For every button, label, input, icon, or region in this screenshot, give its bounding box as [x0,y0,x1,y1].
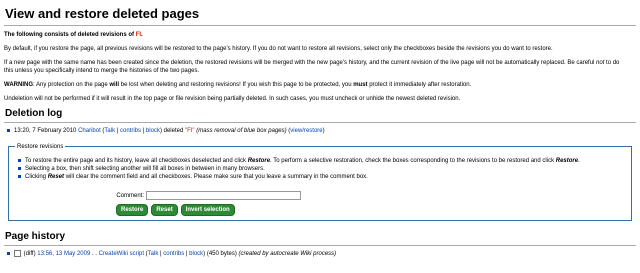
deletion-log-heading: Deletion log [4,107,636,123]
page-history-heading: Page history [4,230,636,246]
separator: . . [90,250,99,257]
revision-timestamp-link[interactable]: 13:56, 13 May 2009 [37,251,90,257]
list-item: (diff) 13:56, 13 May 2009 . . CreateWiki… [7,249,636,258]
intro-paragraph-2: If a new page with the same name has bee… [4,59,636,75]
revision-block-link[interactable]: block [189,251,203,257]
comment-label: Comment: [116,192,144,199]
revision-talk-link[interactable]: Talk [148,251,159,257]
intro-paragraph-1: By default, if you restore the page, all… [4,45,553,52]
intro-suffix: . [141,31,143,38]
page: View and restore deleted pages The follo… [0,0,640,273]
list-item: Clicking Reset will clear the comment fi… [18,173,623,181]
instr-1-end: . [578,157,580,164]
reset-button[interactable]: Reset [151,204,178,217]
intro: The following consists of deleted revisi… [4,31,636,104]
intro-paragraph-4: Undeletion will not be performed if it w… [4,96,461,103]
list-item: 13:20, 7 February 2010 Charibot (Talk | … [7,127,636,135]
intro-heading: The following consists of deleted revisi… [4,31,636,39]
page-title: View and restore deleted pages [4,0,636,26]
restore-instructions: To restore the entire page and its histo… [15,157,623,181]
invert-selection-button[interactable]: Invert selection [180,204,235,217]
instr-3-post: will clear the comment field and all che… [64,173,368,180]
log-timestamp: 13:20, 7 February 2010 [14,127,77,134]
revision-contribs-link[interactable]: contribs [163,251,184,257]
instr-2-text: Selecting a box, then shift selecting an… [25,165,265,172]
deletion-log-list: 13:20, 7 February 2010 Charibot (Talk | … [4,127,636,135]
revision-user-link[interactable]: CreateWiki script [99,251,144,257]
view-restore-link[interactable]: view/restore [290,128,322,134]
warning-will: will [109,81,120,88]
revision-checkbox[interactable] [14,249,21,257]
instr-3-pre: Clicking [25,173,48,180]
comment-input[interactable] [146,191,301,201]
warning-text-3: protect it immediately after restoration… [367,81,472,88]
intro-p2-text: If a new page with the same name has bee… [4,59,597,66]
restore-fieldset: Restore revisions To restore the entire … [8,142,632,222]
page-history-list: (diff) 13:56, 13 May 2009 . . CreateWiki… [4,249,636,258]
intro-prefix: The following consists of deleted revisi… [4,31,136,38]
warning-text-2: be lost when deleting and restoring revi… [119,81,354,88]
list-item: Selecting a box, then shift selecting an… [18,165,623,173]
intro-p2-text-b: to do [604,59,620,66]
log-block-link[interactable]: block [146,128,160,134]
instr-1-text: To restore the entire page and its histo… [25,157,248,164]
warning-label: WARNING [4,81,33,88]
list-item: To restore the entire page and its histo… [18,157,623,165]
instr-reset-word: Reset [47,173,65,180]
log-action: deleted [163,127,184,134]
log-reason: (mass removal of blue box pages) [196,127,287,134]
warning-text-1: : Any protection on the page [33,81,110,88]
instr-1-mid: . To perform a selective restoration, ch… [270,157,556,164]
button-row: Restore Reset Invert selection [116,204,623,217]
comment-row: Comment: [112,191,623,201]
instr-restore-word-2: Restore [555,157,579,164]
intro-p2-text-c: this unless you specifically intend to m… [4,67,200,74]
log-target-link[interactable]: "FI" [185,128,195,134]
revision-size: (450 bytes) [206,250,237,257]
warning-must: must [353,81,368,88]
revision-summary: (created by autocreate Wiki process) [238,250,337,257]
warning-paragraph: WARNING: Any protection on the page will… [4,81,636,89]
log-user-link[interactable]: Charibot [78,128,101,134]
log-talk-link[interactable]: Talk [104,128,115,134]
restore-legend: Restore revisions [17,143,64,150]
diff-label: (diff) [23,250,36,257]
instr-restore-word: Restore [247,157,271,164]
log-contribs-link[interactable]: contribs [120,128,141,134]
restore-button[interactable]: Restore [116,204,149,217]
